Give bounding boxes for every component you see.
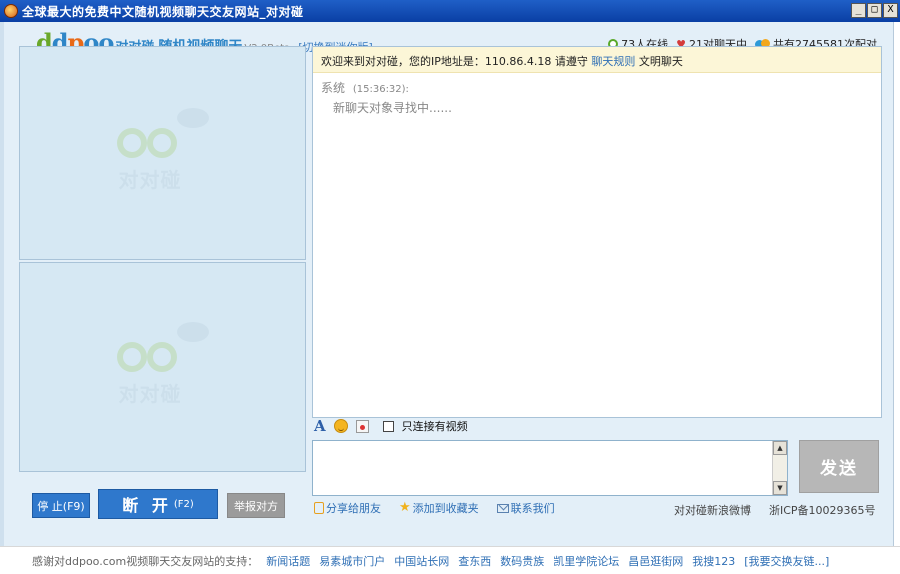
contact-us-link[interactable]: 联系我们 xyxy=(496,500,555,516)
stop-button[interactable]: 停 止(F9) xyxy=(32,493,90,518)
chat-log[interactable]: 欢迎来到对对碰，您的IP地址是：110.86.4.18 请遵守 聊天规则 文明聊… xyxy=(312,46,882,418)
welcome-notice: 欢迎来到对对碰，您的IP地址是：110.86.4.18 请遵守 聊天规则 文明聊… xyxy=(313,47,881,73)
footer-link[interactable]: 昌邑逛街网 xyxy=(628,553,683,569)
share-icon xyxy=(314,502,324,514)
disconnect-shortcut: (F2) xyxy=(173,498,194,510)
footer-link[interactable]: 我搜123 xyxy=(692,553,735,569)
mail-icon xyxy=(496,503,509,513)
clear-screen-icon[interactable] xyxy=(355,419,369,433)
chat-toolbar: A 只连接有视频 xyxy=(314,418,468,434)
weibo-link[interactable]: 对对碰新浪微博 xyxy=(674,502,751,518)
remote-video-panel: 对对碰 xyxy=(19,46,306,260)
add-favorite-link[interactable]: ★ 添加到收藏夹 xyxy=(399,500,479,516)
notice-suffix: 文明聊天 xyxy=(638,55,683,68)
footer-link[interactable]: 数码贵族 xyxy=(500,553,544,569)
footer-link[interactable]: 凯里学院论坛 xyxy=(553,553,619,569)
share-row: 分享给朋友 ★ 添加到收藏夹 联系我们 xyxy=(314,500,555,516)
message-list: 系统 (15:36:32): 新聊天对象寻找中...... xyxy=(313,73,881,122)
window-title-bar: 全球最大的免费中文随机视频聊天交友网站_对对碰 _ □ X xyxy=(0,0,900,22)
chat-rules-link[interactable]: 聊天规则 xyxy=(591,55,635,68)
video-watermark-logo: 对对碰 xyxy=(113,108,213,198)
window-controls: _ □ X xyxy=(851,3,898,18)
font-icon[interactable]: A xyxy=(314,419,326,434)
video-watermark-logo: 对对碰 xyxy=(113,322,213,412)
local-video-panel: 对对碰 xyxy=(19,262,306,472)
footer-link[interactable]: 查东西 xyxy=(458,553,491,569)
footer-link[interactable]: 新闻话题 xyxy=(266,553,310,569)
send-button[interactable]: 发送 xyxy=(799,440,879,493)
emoji-icon[interactable] xyxy=(333,419,348,433)
video-only-label: 只连接有视频 xyxy=(401,420,468,433)
video-only-checkbox[interactable] xyxy=(382,420,394,432)
app-icon xyxy=(4,4,18,18)
maximize-button[interactable]: □ xyxy=(867,3,882,18)
disconnect-button[interactable]: 断 开 (F2) xyxy=(98,489,218,519)
icp-label[interactable]: 浙ICP备10029365号 xyxy=(769,502,876,518)
message-header: 系统 (15:36:32): xyxy=(321,79,873,96)
footer-thanks: 感谢对ddpoo.com视频聊天交友网站的支持： xyxy=(32,554,259,568)
footer-link[interactable]: 易素城市门户 xyxy=(319,553,385,569)
report-button[interactable]: 举报对方 xyxy=(227,493,285,518)
share-friends-link[interactable]: 分享给朋友 xyxy=(314,500,381,516)
disconnect-label: 断 开 xyxy=(122,496,172,515)
minimize-button[interactable]: _ xyxy=(851,3,866,18)
exchange-links-link[interactable]: [我要交换友链...] xyxy=(744,553,829,569)
message-sender: 系统 xyxy=(321,81,346,95)
star-icon: ★ xyxy=(399,500,411,515)
scroll-up-icon[interactable]: ▲ xyxy=(773,441,787,455)
input-scrollbar[interactable]: ▲ ▼ xyxy=(772,441,787,495)
message-input[interactable]: ▲ ▼ xyxy=(312,440,788,496)
notice-text: 欢迎来到对对碰，您的IP地址是：110.86.4.18 请遵守 xyxy=(321,55,588,68)
window-title: 全球最大的免费中文随机视频聊天交友网站_对对碰 xyxy=(22,4,304,19)
close-button[interactable]: X xyxy=(883,3,898,18)
message-text: 新聊天对象寻找中...... xyxy=(333,101,452,115)
footer-links: 感谢对ddpoo.com视频聊天交友网站的支持： 新闻话题 易素城市门户 中国站… xyxy=(0,546,900,574)
footer-link[interactable]: 中国站长网 xyxy=(394,553,449,569)
scroll-down-icon[interactable]: ▼ xyxy=(773,481,787,495)
message-time: (15:36:32): xyxy=(352,84,409,95)
